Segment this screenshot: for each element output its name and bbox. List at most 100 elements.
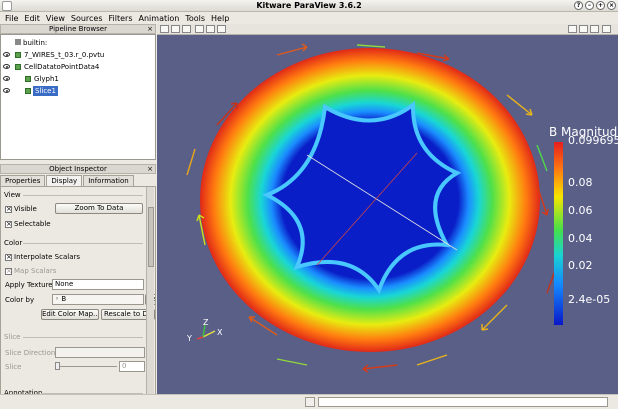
tree-item-label: 7_WIRES_t_03.r_0.pvtu bbox=[24, 51, 105, 59]
server-icon bbox=[15, 39, 21, 45]
menu-file[interactable]: File bbox=[2, 14, 21, 23]
tree-item-builtin[interactable]: builtin: bbox=[15, 38, 47, 48]
zoom-to-data-button[interactable]: Zoom To Data bbox=[55, 203, 143, 214]
pipeline-browser-title: Pipeline Browser bbox=[49, 25, 107, 33]
close-icon[interactable]: × bbox=[607, 1, 616, 10]
tab-properties[interactable]: Properties bbox=[0, 175, 46, 186]
edit-color-map-button[interactable]: Edit Color Map... bbox=[41, 309, 99, 320]
menu-filters[interactable]: Filters bbox=[106, 14, 136, 23]
pipeline-browser-header: Pipeline Browser × bbox=[0, 24, 156, 34]
status-bar bbox=[0, 394, 618, 409]
menu-sources[interactable]: Sources bbox=[68, 14, 106, 23]
tab-display[interactable]: Display bbox=[46, 175, 83, 186]
tree-item-slice[interactable]: Slice1 bbox=[1, 86, 151, 96]
view-toolbar bbox=[157, 24, 618, 35]
split-vertical-icon[interactable] bbox=[579, 25, 588, 33]
inspector-scrollbar[interactable] bbox=[146, 187, 154, 404]
camera-icon[interactable] bbox=[160, 25, 169, 33]
tree-item-label: Slice1 bbox=[33, 86, 58, 96]
checkbox-checked-icon: × bbox=[5, 219, 12, 228]
left-dock: Pipeline Browser × builtin: 7_WIRES_t_03… bbox=[0, 24, 156, 405]
tab-information[interactable]: Information bbox=[83, 175, 134, 186]
visible-label: Visible bbox=[14, 205, 37, 213]
window-title: Kitware ParaView 3.6.2 bbox=[256, 1, 362, 10]
slice-slider-handle[interactable] bbox=[55, 362, 60, 370]
redo-camera-icon[interactable] bbox=[182, 25, 191, 33]
minimize-icon[interactable]: – bbox=[585, 1, 594, 10]
tree-item-label: CellDatatoPointData4 bbox=[24, 63, 100, 71]
progress-abort-button[interactable] bbox=[305, 397, 315, 407]
legend-tick: 0.06 bbox=[568, 204, 593, 217]
render-canvas[interactable]: Y Z X bbox=[157, 35, 618, 394]
split-horizontal-icon[interactable] bbox=[568, 25, 577, 33]
selectable-label: Selectable bbox=[14, 220, 51, 228]
view-group-label: View bbox=[4, 191, 21, 199]
object-inspector-title: Object Inspector bbox=[49, 165, 107, 173]
axis-y-label: Y bbox=[186, 334, 192, 343]
slice-slider[interactable] bbox=[55, 366, 117, 367]
eye-icon[interactable] bbox=[3, 76, 10, 81]
selectable-checkbox[interactable]: × Selectable bbox=[5, 220, 51, 228]
eye-icon[interactable] bbox=[3, 52, 10, 57]
render-view[interactable]: Y Z X B Magnitud 0.099695 0.08 0.06 0.04… bbox=[157, 35, 618, 394]
slice-direction-select[interactable] bbox=[55, 347, 145, 358]
help-icon[interactable]: ? bbox=[574, 1, 583, 10]
legend-tick-min: 2.4e-05 bbox=[568, 293, 611, 306]
map-scalars-label: Map Scalars bbox=[14, 267, 57, 275]
interpolate-scalars-checkbox[interactable]: × Interpolate Scalars bbox=[5, 253, 80, 261]
checkbox-checked-icon: × bbox=[5, 252, 12, 261]
close-icon[interactable]: × bbox=[147, 165, 153, 173]
tree-item-glyph[interactable]: Glyph1 bbox=[1, 74, 151, 84]
apply-texture-select[interactable]: None bbox=[52, 279, 144, 290]
inspector-tabs: Properties Display Information bbox=[0, 175, 156, 186]
color-by-select[interactable]: ◦ B bbox=[52, 294, 144, 305]
filter-icon bbox=[25, 76, 31, 82]
checkbox-checked-icon: × bbox=[5, 266, 12, 275]
window-menu-icon[interactable] bbox=[2, 1, 12, 11]
eye-icon[interactable] bbox=[3, 88, 10, 93]
pipeline-tree[interactable]: builtin: 7_WIRES_t_03.r_0.pvtu CellDatat… bbox=[0, 34, 156, 160]
menu-bar: File Edit View Sources Filters Animation… bbox=[0, 12, 618, 24]
legend-tick-max: 0.099695 bbox=[568, 134, 618, 147]
color-group-label: Color bbox=[4, 239, 23, 247]
slice-group-label: Slice bbox=[4, 333, 21, 341]
apply-texture-label: Apply Texture bbox=[5, 281, 53, 289]
color-by-value: B bbox=[61, 295, 67, 303]
slice-label: Slice bbox=[5, 363, 22, 371]
menu-animation[interactable]: Animation bbox=[136, 14, 183, 23]
close-view-icon[interactable] bbox=[602, 25, 611, 33]
close-icon[interactable]: × bbox=[147, 25, 153, 33]
map-scalars-checkbox[interactable]: × Map Scalars bbox=[5, 267, 56, 275]
legend-tick: 0.08 bbox=[568, 176, 593, 189]
slice-value-field[interactable]: 0 bbox=[119, 361, 145, 372]
filter-icon bbox=[15, 64, 21, 70]
filter-icon bbox=[25, 88, 31, 94]
axis-z-label: Z bbox=[203, 318, 209, 327]
tree-item-label: builtin: bbox=[23, 39, 48, 47]
source-icon bbox=[15, 52, 21, 58]
menu-tools[interactable]: Tools bbox=[182, 14, 208, 23]
menu-edit[interactable]: Edit bbox=[21, 14, 43, 23]
legend-tick: 0.02 bbox=[568, 259, 593, 272]
object-inspector-header: Object Inspector × bbox=[0, 164, 156, 174]
select-points-icon[interactable] bbox=[217, 25, 226, 33]
window-titlebar: Kitware ParaView 3.6.2 ? – + × bbox=[0, 0, 618, 12]
interpolate-scalars-label: Interpolate Scalars bbox=[14, 253, 81, 261]
slice-direction-label: Slice Direction bbox=[5, 349, 56, 357]
select-frustum-icon[interactable] bbox=[206, 25, 215, 33]
progress-field bbox=[318, 397, 608, 407]
eye-icon[interactable] bbox=[3, 64, 10, 69]
tree-item-pvtu[interactable]: 7_WIRES_t_03.r_0.pvtu bbox=[1, 50, 151, 60]
undo-camera-icon[interactable] bbox=[171, 25, 180, 33]
menu-help[interactable]: Help bbox=[208, 14, 232, 23]
menu-view[interactable]: View bbox=[43, 14, 68, 23]
tree-item-label: Glyph1 bbox=[34, 75, 59, 83]
color-by-label: Color by bbox=[5, 296, 35, 304]
select-icon[interactable] bbox=[195, 25, 204, 33]
maximize-view-icon[interactable] bbox=[590, 25, 599, 33]
axis-x-label: X bbox=[217, 328, 223, 337]
orientation-axes: Y Z X bbox=[186, 318, 223, 343]
visible-checkbox[interactable]: × Visible bbox=[5, 205, 37, 213]
tree-item-celldata[interactable]: CellDatatoPointData4 bbox=[1, 62, 151, 72]
maximize-icon[interactable]: + bbox=[596, 1, 605, 10]
